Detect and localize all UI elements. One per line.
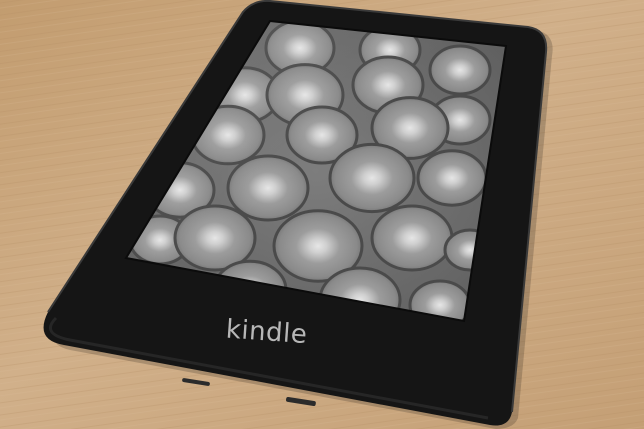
kindle-logo-text: kindle xyxy=(225,315,308,351)
photo-scene: kindle xyxy=(0,0,644,429)
